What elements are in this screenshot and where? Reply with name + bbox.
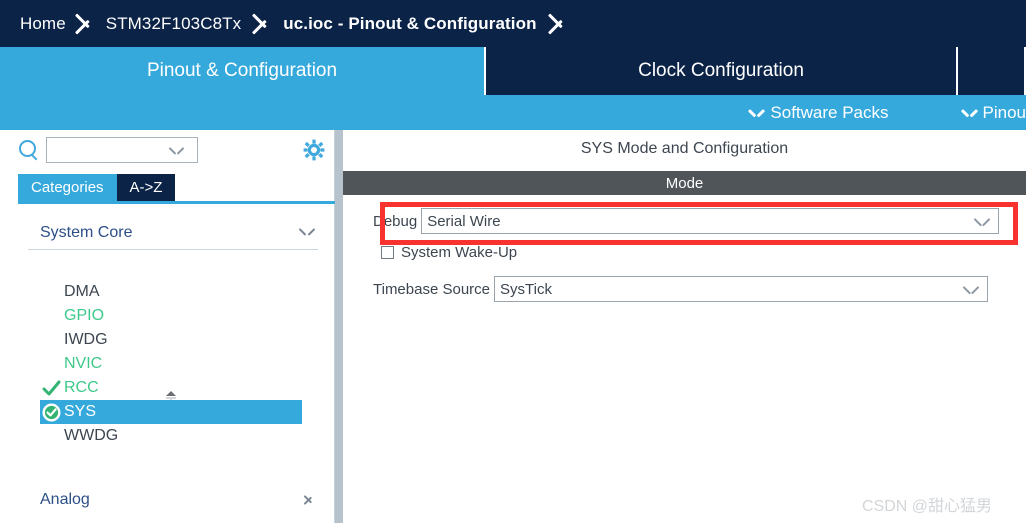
status-mark-none [42,427,61,446]
submenu-item-pinout[interactable]: Pinou [963,103,1026,123]
peripheral-list: DMA GPIO IWDG NVIC RCC SYS WWDG [40,280,302,448]
list-item-selected[interactable]: SYS [40,400,302,424]
chevron-down-icon[interactable] [170,147,183,155]
submenu-bar: Software Packs Pinou [0,95,1026,130]
breadcrumb-chevron-icon-1 [70,0,100,47]
categories-sidebar: Categories A->Z System Core DMA GPIO IWD… [0,130,335,523]
chevron-down-icon [750,109,763,117]
chevron-down-icon[interactable] [964,286,978,295]
breadcrumb-chevron-icon-2 [247,0,277,47]
tab-label-a-to-z: A->Z [129,179,163,196]
tab-third-truncated[interactable] [958,47,1026,95]
timebase-label: Timebase Source [373,280,490,298]
system-wakeup-row[interactable]: System Wake-Up [381,244,517,261]
breadcrumb-chevron-icon-3 [543,0,573,47]
status-mark-none [42,307,61,326]
checkmark-icon [42,379,61,398]
tab-a-to-z[interactable]: A->Z [116,174,176,201]
page-title: SYS Mode and Configuration [580,140,789,157]
search-icon [18,139,40,161]
submenu-item-software-packs[interactable]: Software Packs [750,103,888,123]
sidebar-group-label-system-core: System Core [40,223,133,241]
submenu-label-software-packs: Software Packs [770,102,889,122]
panel-splitter[interactable] [335,130,343,523]
list-item[interactable]: WWDG [40,424,302,448]
status-mark-none [42,355,61,374]
sidebar-group-analog[interactable]: Analog [28,483,318,517]
status-mark-none [42,331,61,350]
timebase-field-row: Timebase Source SysTick [373,276,988,302]
sidebar-group-system-core[interactable]: System Core [28,216,318,250]
tab-pinout-configuration[interactable]: Pinout & Configuration [0,47,486,95]
mode-section-header: Mode [343,171,1026,195]
breadcrumb-label-current: uc.ioc - Pinout & Configuration [283,13,537,33]
debug-field-row: Debug Serial Wire [373,208,1000,234]
timebase-select[interactable]: SysTick [494,276,988,302]
breadcrumb-item-device[interactable]: STM32F103C8Tx [100,0,247,47]
mode-section-label: Mode [665,174,704,192]
timebase-value: SysTick [500,280,552,298]
system-wakeup-label: System Wake-Up [401,244,518,261]
peripheral-label: SYS [64,403,97,420]
breadcrumb-item-home[interactable]: Home [0,0,70,47]
peripheral-label: RCC [64,379,99,396]
configuration-panel: SYS Mode and Configuration Mode Debug Se… [343,130,1026,523]
sidebar-tabs-underline [18,201,335,204]
tab-clock-configuration[interactable]: Clock Configuration [486,47,958,95]
sidebar-view-tabs: Categories A->Z [18,174,176,201]
sidebar-search-row [0,130,335,170]
search-combo[interactable] [46,137,198,163]
breadcrumb-label-home: Home [20,13,66,33]
main-tab-bar: Pinout & Configuration Clock Configurati… [0,47,1026,95]
stm32cubemx-window: Home STM32F103C8Tx uc.ioc - Pinout & Con… [0,0,1026,523]
peripheral-label: WWDG [64,427,119,444]
peripheral-label: NVIC [64,355,103,372]
breadcrumb-label-device: STM32F103C8Tx [105,13,242,33]
chevron-down-icon [963,109,976,117]
tab-label-categories: Categories [31,179,104,196]
debug-select[interactable]: Serial Wire [421,208,1000,234]
peripheral-label: IWDG [64,331,108,348]
peripheral-label: DMA [64,283,100,300]
chevron-down-icon[interactable] [975,218,989,227]
tab-label-pinout: Pinout & Configuration [146,60,338,81]
debug-value: Serial Wire [427,212,501,230]
check-circle-icon [42,403,61,422]
status-mark-none [42,283,61,302]
system-wakeup-checkbox[interactable] [381,246,394,259]
watermark: CSDN @甜心猛男 [862,498,993,515]
tab-label-clock: Clock Configuration [638,60,804,81]
debug-label: Debug [373,212,418,230]
submenu-label-pinout: Pinou [982,102,1026,122]
list-item[interactable]: IWDG [40,328,302,352]
list-item[interactable]: GPIO [40,304,302,328]
list-item[interactable]: RCC [40,376,302,400]
peripheral-label: GPIO [64,307,105,324]
list-item[interactable]: NVIC [40,352,302,376]
gear-icon[interactable] [303,139,325,161]
sidebar-group-label-analog: Analog [40,491,90,508]
list-item[interactable]: DMA [40,280,302,304]
chevron-right-icon [305,492,314,508]
chevron-down-icon [300,228,314,237]
tab-categories[interactable]: Categories [18,174,117,201]
breadcrumb-item-current[interactable]: uc.ioc - Pinout & Configuration [277,0,542,47]
breadcrumb: Home STM32F103C8Tx uc.ioc - Pinout & Con… [0,0,1026,47]
search-input[interactable] [47,139,167,161]
